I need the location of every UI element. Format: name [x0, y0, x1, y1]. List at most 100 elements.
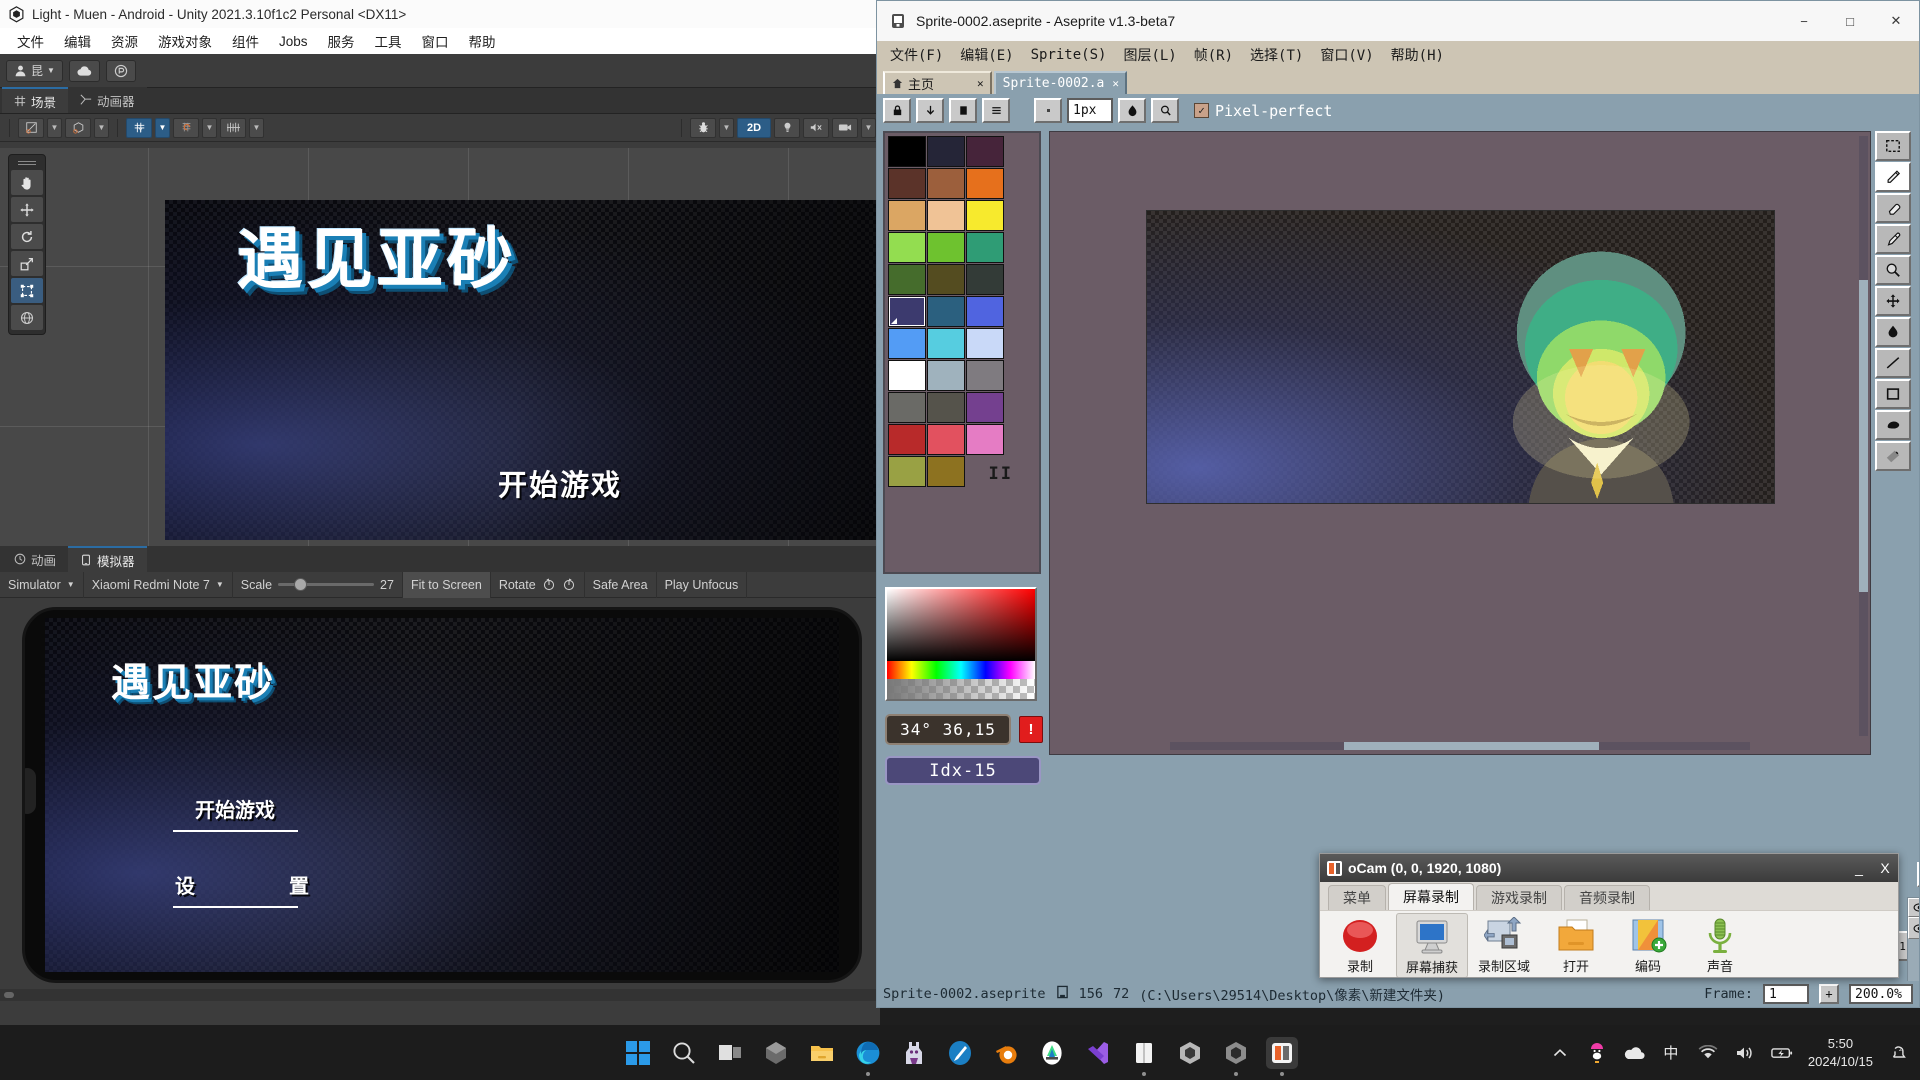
aseprite-menu-file[interactable]: 文件(F)	[883, 44, 950, 66]
brush-size-input[interactable]: 1px	[1067, 98, 1113, 123]
aseprite-icon[interactable]	[898, 1037, 930, 1069]
paint-bucket-tool[interactable]	[1875, 317, 1911, 347]
unity-menu-assets[interactable]: 资源	[102, 29, 147, 53]
aseprite-menu-layer[interactable]: 图层(L)	[1116, 44, 1183, 66]
marquee-tool[interactable]	[1875, 131, 1911, 161]
arrow-down-icon[interactable]	[916, 98, 944, 123]
clip-studio-icon[interactable]	[944, 1037, 976, 1069]
onedrive-icon[interactable]	[1623, 1042, 1645, 1064]
simulator-play-unfocused-button[interactable]: Play Unfocus	[657, 571, 748, 598]
draw-mode-chevron-icon[interactable]: ▼	[94, 117, 109, 138]
palette-swatch[interactable]	[888, 456, 926, 487]
scale-tool-button[interactable]	[11, 251, 43, 276]
aseprite-menu-help[interactable]: 帮助(H)	[1384, 44, 1451, 66]
palette-swatch[interactable]	[927, 392, 965, 423]
palette-swatch[interactable]	[966, 424, 1004, 455]
line-tool[interactable]	[1875, 348, 1911, 378]
task-view-icon[interactable]	[714, 1037, 746, 1069]
unity-menu-jobs[interactable]: Jobs	[270, 32, 317, 51]
hand-tool-button[interactable]	[11, 170, 43, 195]
unity-menu-edit[interactable]: 编辑	[55, 29, 100, 53]
ocam-tab-screen-record[interactable]: 屏幕录制	[1388, 883, 1474, 910]
scrollbar-thumb[interactable]	[1859, 280, 1868, 592]
scrollbar-thumb[interactable]	[4, 992, 14, 998]
unity-account-button[interactable]: 昆 ▼	[6, 59, 63, 82]
ocam-open-button[interactable]: 打开	[1540, 913, 1612, 978]
aseprite-sprite-canvas[interactable]	[1146, 210, 1775, 504]
aseprite-palette[interactable]: II	[883, 131, 1041, 574]
simulator-fit-to-screen-button[interactable]: Fit to Screen	[402, 571, 491, 598]
device-menu-settings[interactable]: 设 置	[175, 870, 327, 899]
eraser-tool[interactable]	[1875, 193, 1911, 223]
aseprite-canvas-area[interactable]	[1049, 131, 1871, 755]
unity-tab-animation[interactable]: 动画	[2, 546, 69, 572]
canvas-horizontal-scrollbar[interactable]	[1170, 742, 1750, 750]
shading-mode-button[interactable]	[18, 117, 44, 138]
aseprite-menu-select[interactable]: 选择(T)	[1243, 44, 1310, 66]
snap-increment-chevron-icon[interactable]: ▼	[202, 117, 217, 138]
table-row[interactable]: Background	[1908, 917, 1919, 939]
palette-swatch[interactable]	[927, 296, 965, 327]
dot-icon[interactable]	[1034, 98, 1062, 123]
unity-editor-icon[interactable]	[1220, 1037, 1252, 1069]
toggle-2d-button[interactable]: 2D	[737, 117, 771, 138]
palette-swatch[interactable]	[927, 200, 965, 231]
palette-swatch[interactable]	[888, 328, 926, 359]
rotate-tool-button[interactable]	[11, 224, 43, 249]
android-studio-icon[interactable]	[1036, 1037, 1068, 1069]
simulator-scale-slider[interactable]	[278, 578, 375, 591]
taskbar-clock[interactable]: 5:50 2024/10/15	[1808, 1035, 1873, 1069]
close-button[interactable]: X	[1872, 860, 1898, 876]
ocam-record-button[interactable]: 录制	[1324, 913, 1396, 978]
saturation-value-area[interactable]	[887, 589, 1035, 661]
rectangle-tool[interactable]	[1875, 379, 1911, 409]
unity-hub-icon[interactable]	[1174, 1037, 1206, 1069]
ocam-encode-button[interactable]: 编码	[1612, 913, 1684, 978]
widgets-icon[interactable]	[760, 1037, 792, 1069]
palette-swatch[interactable]	[888, 232, 926, 263]
unity-menu-tools[interactable]: 工具	[366, 29, 411, 53]
scene-audio-button[interactable]	[803, 117, 829, 138]
close-button[interactable]: ✕	[1873, 1, 1919, 41]
square-icon[interactable]	[949, 98, 977, 123]
maximize-button[interactable]: □	[1827, 1, 1873, 41]
move-tool[interactable]	[1875, 286, 1911, 316]
book-icon[interactable]	[1128, 1037, 1160, 1069]
file-explorer-icon[interactable]	[806, 1037, 838, 1069]
gizmos-chevron-icon[interactable]: ▼	[719, 117, 734, 138]
palette-swatch[interactable]	[966, 264, 1004, 295]
blob-tool[interactable]	[1875, 410, 1911, 440]
ink-icon[interactable]	[1118, 98, 1146, 123]
spray-icon[interactable]	[1151, 98, 1179, 123]
ocam-tab-game-record[interactable]: 游戏录制	[1476, 885, 1562, 910]
scrollbar-thumb[interactable]	[1344, 742, 1600, 750]
minimize-button[interactable]: _	[1846, 860, 1872, 876]
aseprite-menu-edit[interactable]: 编辑(E)	[953, 44, 1020, 66]
ocam-tab-audio-record[interactable]: 音频录制	[1564, 885, 1650, 910]
palette-swatch[interactable]	[966, 136, 1004, 167]
blender-icon[interactable]	[990, 1037, 1022, 1069]
palette-swatch[interactable]	[888, 296, 926, 327]
frame-add-button[interactable]: +	[1819, 984, 1839, 1004]
wifi-icon[interactable]	[1697, 1042, 1719, 1064]
palette-swatch[interactable]	[888, 424, 926, 455]
qq-icon[interactable]	[1586, 1042, 1608, 1064]
palette-swatch[interactable]	[888, 264, 926, 295]
layer-visibility-toggle[interactable]	[1908, 917, 1919, 939]
aseprite-menu-frame[interactable]: 帧(R)	[1187, 44, 1240, 66]
battery-icon[interactable]	[1771, 1042, 1793, 1064]
device-menu-start[interactable]: 开始游戏	[195, 794, 275, 823]
eye-icon[interactable]	[1908, 898, 1919, 917]
grid-snap-chevron-icon[interactable]: ▼	[155, 117, 170, 138]
simulator-safe-area-button[interactable]: Safe Area	[585, 571, 657, 598]
simulator-rotate-control[interactable]: Rotate	[491, 571, 585, 598]
frame-number-input[interactable]: 1	[1763, 984, 1809, 1004]
draw-mode-button[interactable]	[65, 117, 91, 138]
eyedropper-tool[interactable]	[1875, 224, 1911, 254]
palette-swatch[interactable]	[927, 328, 965, 359]
shading-mode-chevron-icon[interactable]: ▼	[47, 117, 62, 138]
pixel-perfect-toggle[interactable]: ✓ Pixel-perfect	[1194, 102, 1332, 120]
ocam-record-area-button[interactable]: 录制区域	[1468, 913, 1540, 978]
grid-visibility-chevron-icon[interactable]: ▼	[249, 117, 264, 138]
notifications-off-icon[interactable]: z	[1888, 1042, 1910, 1064]
